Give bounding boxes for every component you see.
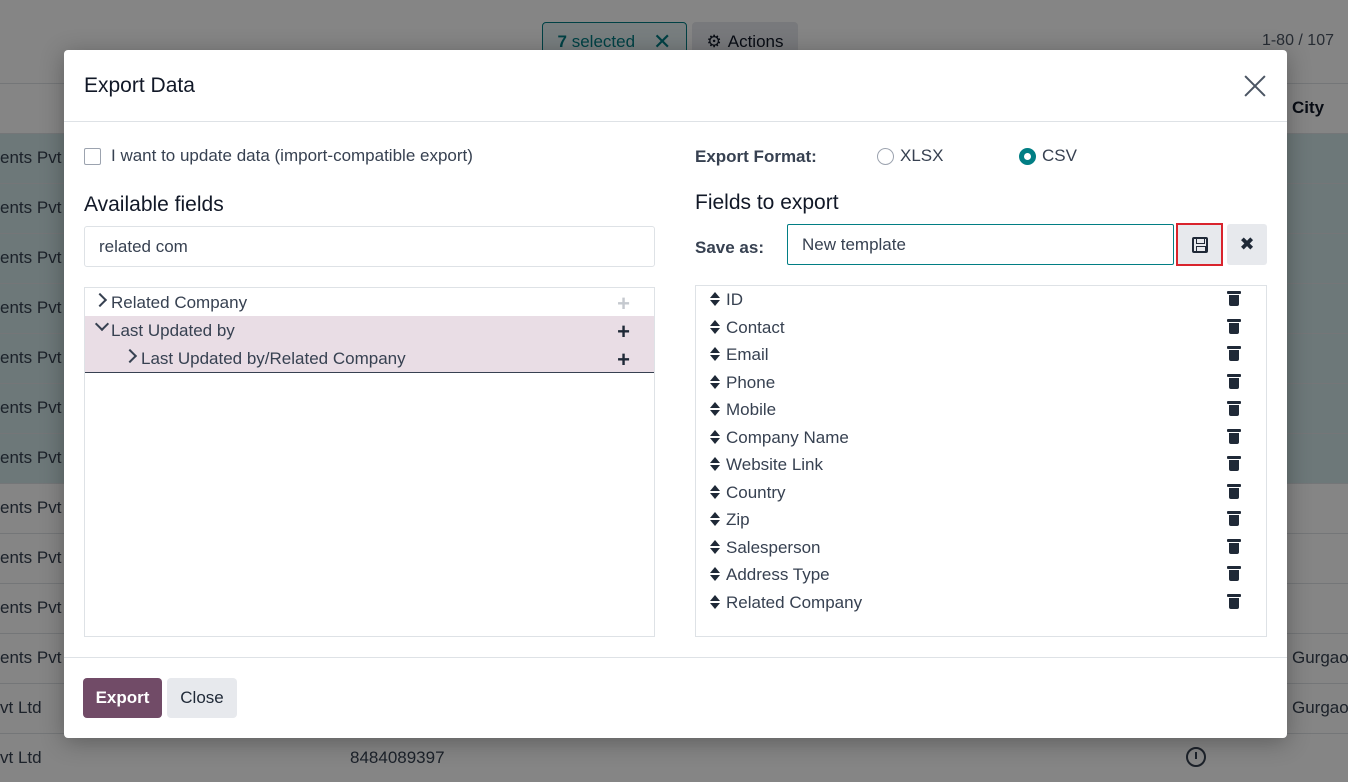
chevron-down-icon[interactable] [94, 316, 110, 332]
export-field-row[interactable]: Address Type [696, 562, 1266, 589]
available-fields-tree: Related Company + Last Updated by + Last… [84, 287, 655, 637]
radio-csv[interactable] [1019, 147, 1036, 165]
export-field-label: Country [726, 482, 786, 502]
drag-sort-icon[interactable] [710, 319, 720, 336]
import-compatible-checkbox[interactable] [84, 147, 101, 165]
available-fields-title: Available fields [84, 193, 224, 216]
export-field-label: Zip [726, 510, 750, 529]
trash-icon[interactable] [1227, 373, 1241, 389]
tree-divider [85, 372, 654, 373]
tree-item-related-company[interactable]: Related Company + [85, 288, 654, 316]
drag-sort-icon[interactable] [710, 594, 720, 611]
tree-item-label: Last Updated by [111, 321, 235, 340]
trash-icon[interactable] [1227, 566, 1241, 581]
chevron-right-icon[interactable] [122, 348, 138, 364]
tree-item-label: Last Updated by/Related Company [141, 349, 406, 368]
fields-to-export-title: Fields to export [695, 191, 839, 214]
floppy-disk-icon [1191, 236, 1208, 253]
template-name-input[interactable]: New template [787, 224, 1174, 265]
drag-sort-icon[interactable] [710, 402, 720, 418]
export-field-row[interactable]: Email [696, 342, 1266, 369]
export-field-label: Contact [726, 317, 785, 337]
format-option-csv[interactable]: CSV [1019, 146, 1077, 166]
export-field-row[interactable]: Phone [696, 370, 1266, 397]
close-icon[interactable] [1241, 72, 1269, 100]
add-field-icon[interactable]: + [617, 347, 630, 373]
export-field-label: Company Name [726, 427, 849, 447]
tree-item-last-updated-by[interactable]: Last Updated by + [85, 316, 654, 344]
trash-icon[interactable] [1227, 483, 1241, 499]
discard-template-button[interactable]: ✖ [1227, 224, 1267, 265]
trash-icon[interactable] [1227, 401, 1241, 416]
chevron-right-icon[interactable] [92, 292, 108, 308]
import-compatible-option[interactable]: I want to update data (import-compatible… [84, 146, 473, 166]
format-label-xlsx: XLSX [900, 146, 944, 165]
export-field-row[interactable]: Company Name [696, 425, 1266, 452]
drag-sort-icon[interactable] [710, 374, 720, 391]
drag-sort-icon[interactable] [710, 484, 720, 501]
add-field-icon[interactable]: + [617, 319, 630, 345]
export-field-label: ID [726, 290, 743, 309]
modal-header: Export Data [64, 50, 1287, 122]
drag-sort-icon[interactable] [710, 292, 720, 308]
drag-sort-icon[interactable] [710, 567, 720, 583]
export-button[interactable]: Export [83, 678, 162, 718]
export-field-label: Phone [726, 372, 776, 392]
export-field-row[interactable]: Country [696, 480, 1266, 507]
export-field-row[interactable]: ID [696, 287, 1266, 314]
field-search-input[interactable]: related com [84, 226, 655, 267]
save-as-label: Save as: [695, 238, 764, 257]
export-field-label: Address Type [726, 565, 830, 584]
export-dialog: Export Data I want to update data (impor… [64, 50, 1287, 738]
export-field-row[interactable]: Zip [696, 507, 1266, 534]
add-field-icon[interactable]: + [617, 291, 630, 317]
import-compatible-label: I want to update data (import-compatible… [111, 146, 473, 165]
tree-item-label: Related Company [111, 293, 248, 312]
export-field-label: Website Link [726, 455, 824, 474]
export-field-row[interactable]: Contact [696, 315, 1266, 342]
tree-item-last-updated-by-related-company[interactable]: Last Updated by/Related Company + [85, 344, 654, 372]
export-field-row[interactable]: Related Company [696, 590, 1266, 617]
export-field-row[interactable]: Salesperson [696, 535, 1266, 562]
export-field-label: Salesperson [726, 537, 821, 557]
drag-sort-icon[interactable] [710, 512, 720, 528]
radio-xlsx[interactable] [877, 147, 894, 165]
close-icon: ✖ [1239, 234, 1255, 254]
save-template-button[interactable] [1176, 223, 1223, 266]
export-field-label: Mobile [726, 400, 777, 419]
export-format-label: Export Format: [695, 147, 817, 166]
drag-sort-icon[interactable] [710, 347, 720, 363]
trash-icon[interactable] [1227, 346, 1241, 361]
trash-icon[interactable] [1227, 511, 1241, 526]
export-field-row[interactable]: Mobile [696, 397, 1266, 424]
drag-sort-icon[interactable] [710, 429, 720, 446]
modal-footer: Export Close [64, 657, 1287, 738]
format-label-csv: CSV [1042, 146, 1077, 165]
trash-icon[interactable] [1227, 538, 1241, 554]
trash-icon[interactable] [1227, 291, 1241, 306]
drag-sort-icon[interactable] [710, 539, 720, 556]
export-field-label: Email [726, 345, 769, 364]
format-option-xlsx[interactable]: XLSX [877, 146, 943, 166]
trash-icon[interactable] [1227, 456, 1241, 471]
trash-icon[interactable] [1227, 593, 1241, 609]
drag-sort-icon[interactable] [710, 457, 720, 473]
close-button[interactable]: Close [167, 678, 237, 718]
trash-icon[interactable] [1227, 318, 1241, 334]
modal-title: Export Data [84, 74, 195, 97]
export-field-row[interactable]: Website Link [696, 452, 1266, 479]
fields-to-export-list: ID Contact Email Phone Mobile Company Name Web… [695, 285, 1267, 637]
trash-icon[interactable] [1227, 428, 1241, 444]
export-field-label: Related Company [726, 592, 863, 612]
